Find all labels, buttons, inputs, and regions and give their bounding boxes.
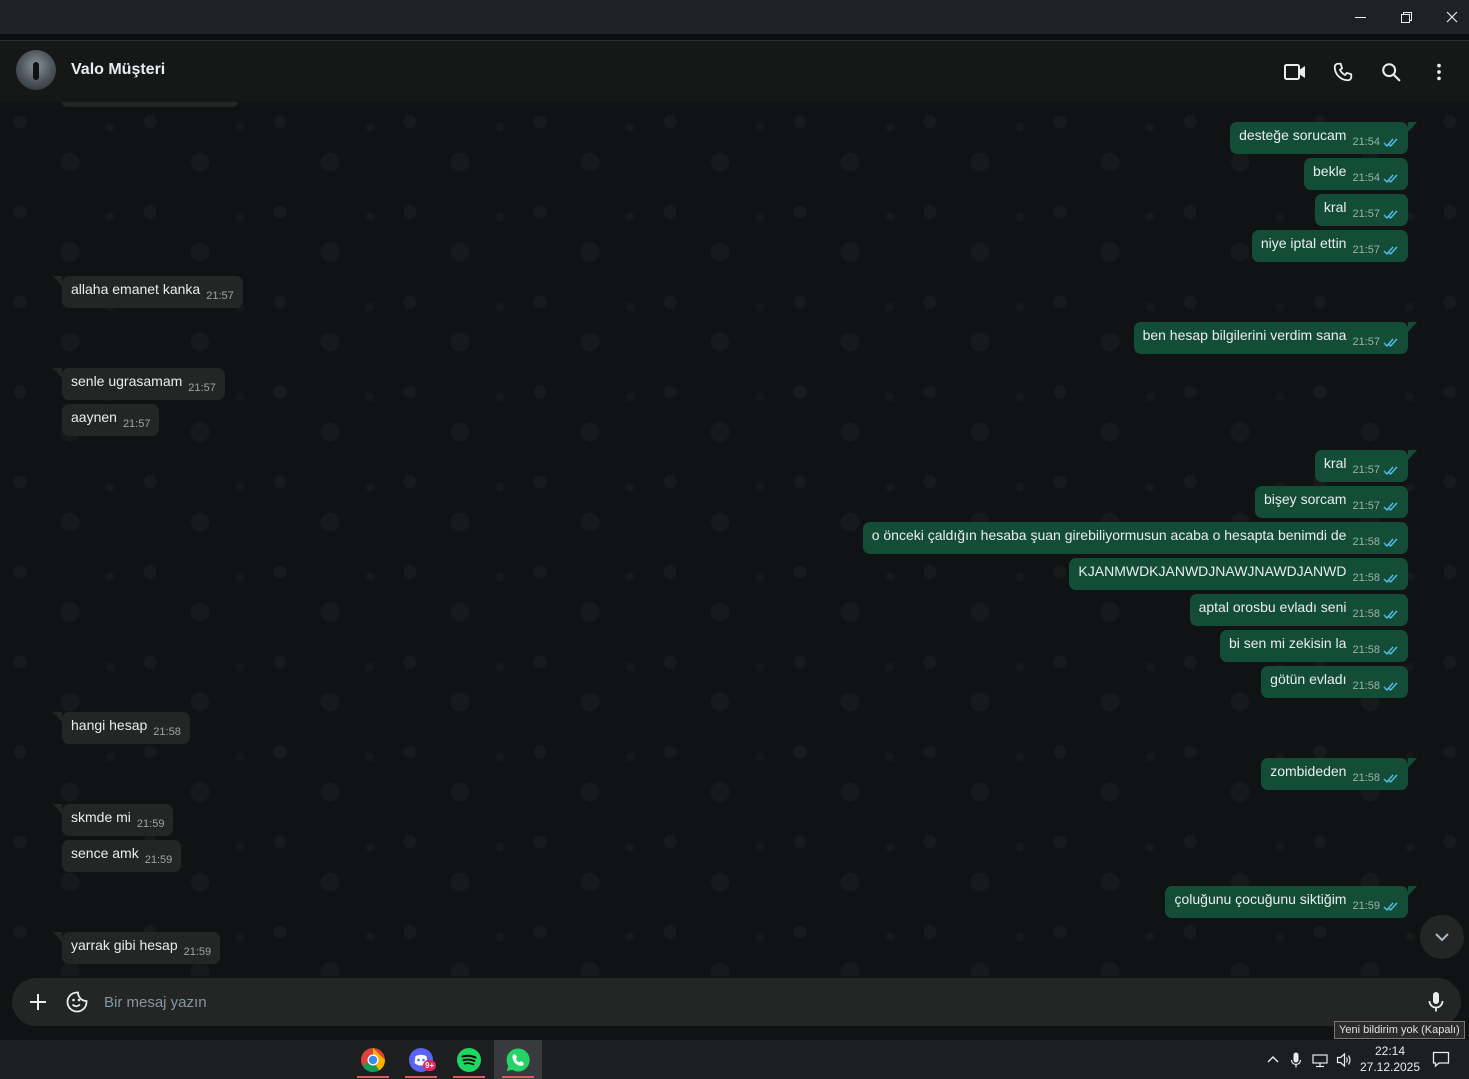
minimize-button[interactable] — [1337, 0, 1383, 34]
read-receipt-icon — [1383, 502, 1398, 511]
notification-icon — [1432, 1051, 1450, 1068]
avatar[interactable] — [16, 50, 56, 90]
bubble-tail — [53, 712, 62, 722]
microphone-icon[interactable] — [1424, 990, 1448, 1014]
message-bubble[interactable]: desteğe sorucam 21:54 — [1230, 122, 1408, 154]
read-receipt-icon — [1383, 682, 1398, 691]
clock-time: 22:14 — [1374, 1044, 1406, 1058]
message-bubble[interactable]: KJANMWDKJANWDJNAWJNAWDJANWD 21:58 — [1069, 558, 1408, 590]
chat-messages[interactable]: desteğe sorucam 21:54 bekle 21:54 kral 21:5… — [0, 102, 1469, 976]
tray-network[interactable] — [1312, 1052, 1328, 1068]
message-bubble[interactable]: ben hesap bilgilerini verdim sana 21:57 — [1133, 322, 1408, 354]
search-button[interactable] — [1376, 57, 1406, 87]
video-call-button[interactable] — [1280, 57, 1310, 87]
composer-area — [0, 976, 1469, 1040]
message-bubble[interactable]: sence amk 21:59 — [62, 840, 182, 872]
menu-button[interactable] — [1424, 57, 1454, 87]
message-bubble[interactable]: bekle 21:54 — [1304, 158, 1408, 190]
chat-header: Valo Müşteri — [0, 40, 1469, 102]
read-receipt-icon — [1383, 538, 1398, 547]
bubble-tail — [1408, 122, 1417, 132]
read-receipt-icon — [1383, 774, 1398, 783]
message-bubble[interactable]: hangi hesap 21:58 — [62, 712, 190, 744]
close-button[interactable] — [1429, 0, 1469, 34]
whatsapp-icon — [506, 1047, 530, 1071]
read-receipt-icon — [1383, 246, 1398, 255]
message-bubble[interactable]: bi sen mi zekisin la 21:58 — [1219, 630, 1408, 662]
contact-name[interactable]: Valo Müşteri — [71, 61, 165, 79]
chevron-up-icon — [1267, 1056, 1279, 1063]
read-receipt-icon — [1383, 610, 1398, 619]
window-titlebar — [0, 0, 1469, 34]
bubble-tail — [53, 276, 62, 286]
message-bubble[interactable]: zombideden 21:58 — [1261, 758, 1408, 790]
scroll-to-bottom-button[interactable] — [1420, 915, 1464, 959]
notification-badge: 9+ — [423, 1060, 437, 1071]
message-bubble[interactable]: götün evladı 21:58 — [1261, 666, 1408, 698]
taskbar-app-whatsapp[interactable] — [494, 1040, 542, 1079]
restore-button[interactable] — [1383, 0, 1429, 34]
taskbar-app-discord[interactable]: 9+ — [397, 1040, 445, 1079]
more-vertical-icon — [1437, 63, 1441, 81]
message-bubble[interactable]: allaha emanet kanka 21:57 — [62, 276, 243, 308]
message-bubble[interactable]: bişey sorcam 21:57 — [1255, 486, 1408, 518]
message-bubble[interactable]: o önceki çaldığın hesaba şuan girebiliyo… — [862, 522, 1408, 554]
message-bubble[interactable]: yarrak gibi hesap 21:59 — [62, 932, 221, 964]
bubble-tail — [53, 932, 62, 942]
search-icon — [1382, 63, 1401, 82]
read-receipt-icon — [1383, 574, 1398, 583]
message-bubble[interactable]: niye iptal ettin 21:57 — [1251, 230, 1408, 262]
chrome-icon — [361, 1047, 385, 1072]
taskbar-app-spotify[interactable] — [445, 1040, 493, 1079]
read-receipt-icon — [1383, 210, 1398, 219]
read-receipt-icon — [1383, 138, 1398, 147]
sticker-icon[interactable] — [65, 990, 89, 1014]
message-bubble[interactable]: aptal orosbu evladı seni 21:58 — [1189, 594, 1408, 626]
taskbar: 9+ 22:14 27.12.2025 — [0, 1040, 1469, 1079]
message-bubble[interactable]: aaynen 21:57 — [62, 404, 160, 436]
read-receipt-icon — [1383, 174, 1398, 183]
bubble-tail — [1408, 450, 1417, 460]
bubble-tail — [53, 368, 62, 378]
message-bubble[interactable]: kral 21:57 — [1314, 450, 1408, 482]
video-camera-icon — [1284, 64, 1305, 80]
minimize-icon — [1354, 16, 1366, 18]
message-bubble[interactable]: skmde mi 21:59 — [62, 804, 174, 836]
restore-icon — [1400, 11, 1412, 23]
tooltip: Yeni bildirim yok (Kapalı) — [1334, 1021, 1465, 1039]
volume-icon — [1336, 1052, 1351, 1068]
clock-date: 27.12.2025 — [1359, 1060, 1421, 1074]
message-input[interactable] — [104, 990, 1404, 1014]
chevron-down-icon — [1435, 933, 1449, 942]
read-receipt-icon — [1383, 466, 1398, 475]
bubble-tail — [53, 804, 62, 814]
tray-overflow-button[interactable] — [1265, 1052, 1281, 1068]
attach-button[interactable] — [26, 990, 50, 1014]
bubble-tail — [1408, 322, 1417, 332]
tray-mic[interactable] — [1288, 1052, 1304, 1068]
bubble-tail — [1408, 758, 1417, 768]
list-item — [62, 102, 238, 107]
read-receipt-icon — [1383, 902, 1398, 911]
message-composer — [12, 978, 1461, 1026]
message-bubble[interactable]: çoluğunu çocuğunu siktiğim 21:59 — [1165, 886, 1408, 918]
close-icon — [1446, 11, 1458, 23]
system-clock[interactable]: 22:14 27.12.2025 — [1358, 1043, 1422, 1075]
tray-volume[interactable] — [1336, 1052, 1352, 1068]
notification-center-button[interactable] — [1432, 1050, 1452, 1070]
read-receipt-icon — [1383, 338, 1398, 347]
network-icon — [1312, 1054, 1328, 1068]
microphone-icon — [1290, 1052, 1302, 1068]
read-receipt-icon — [1383, 646, 1398, 655]
voice-call-button[interactable] — [1328, 57, 1358, 87]
plus-icon — [30, 994, 46, 1010]
message-bubble[interactable]: kral 21:57 — [1314, 194, 1408, 226]
message-bubble[interactable]: senle ugrasamam 21:57 — [62, 368, 225, 400]
spotify-icon — [457, 1047, 481, 1072]
taskbar-app-chrome[interactable] — [349, 1040, 397, 1079]
phone-icon — [1333, 62, 1353, 82]
bubble-tail — [1408, 886, 1417, 896]
